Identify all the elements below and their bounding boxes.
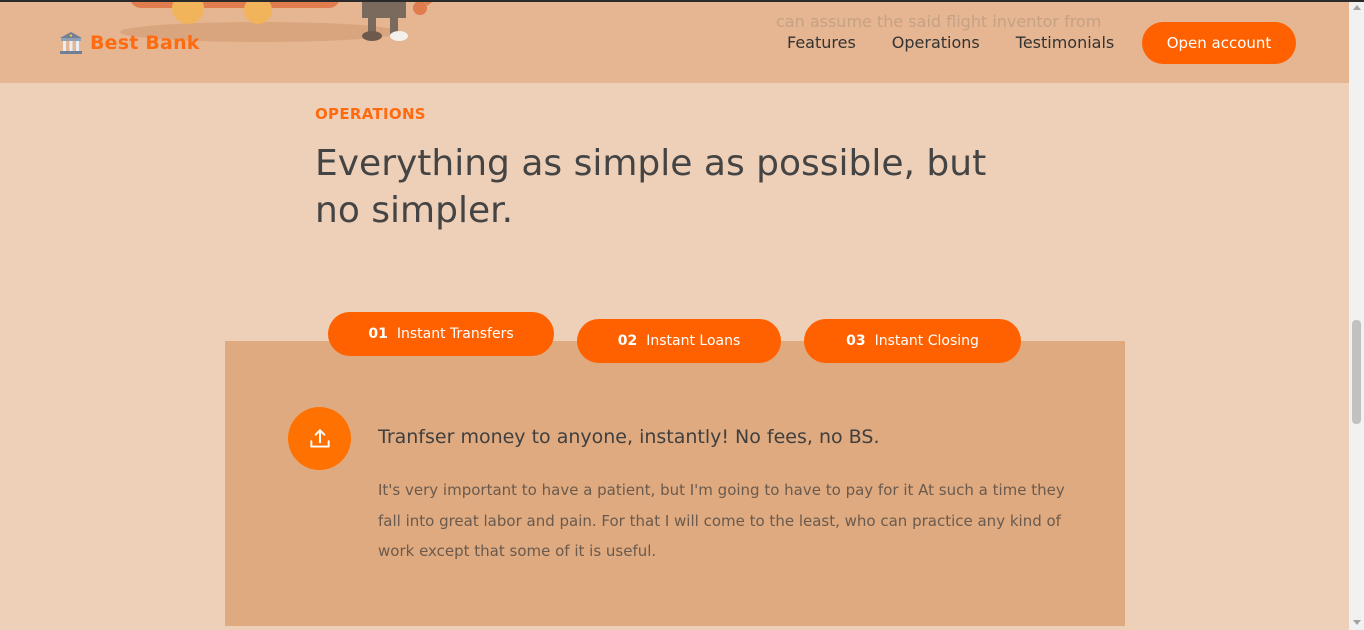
scroll-up-arrow-icon[interactable]	[1353, 5, 1361, 10]
nav-link-features[interactable]: Features	[787, 33, 856, 52]
bank-icon	[60, 32, 82, 54]
tab-label: Instant Closing	[874, 333, 979, 349]
tab-instant-closing[interactable]: 03 Instant Closing	[804, 319, 1021, 363]
tab-label: Instant Transfers	[396, 326, 514, 342]
scroll-thumb[interactable]	[1352, 320, 1361, 424]
tab-label: Instant Loans	[646, 333, 741, 349]
scroll-down-arrow-icon[interactable]	[1353, 620, 1361, 625]
logo-text: Best Bank	[90, 32, 200, 54]
tab-number: 03	[846, 333, 866, 349]
tab-instant-transfers[interactable]: 01 Instant Transfers	[328, 312, 554, 356]
open-account-button[interactable]: Open account	[1142, 22, 1296, 64]
page: can assume the said flight inventor from…	[0, 0, 1364, 630]
page-scrollbar[interactable]	[1349, 0, 1364, 630]
main-nav: Features Operations Testimonials	[787, 33, 1150, 52]
logo[interactable]: Best Bank	[58, 30, 200, 56]
section-title: Everything as simple as possible, but no…	[315, 143, 987, 231]
site-header: can assume the said flight inventor from…	[0, 0, 1349, 83]
tab-instant-loans[interactable]: 02 Instant Loans	[577, 319, 781, 363]
tab-number: 02	[617, 333, 638, 349]
nav-link-operations[interactable]: Operations	[892, 33, 980, 52]
tab-number: 01	[368, 326, 388, 342]
content-title: Tranfser money to anyone, instantly! No …	[378, 426, 880, 448]
hero-text-fragment: can assume the said flight inventor from	[776, 12, 1102, 31]
upload-icon	[288, 407, 351, 470]
section-label: OPERATIONS	[315, 105, 426, 123]
window-top-border	[0, 0, 1364, 2]
content-text: It's very important to have a patient, b…	[378, 481, 1065, 560]
operations-content-panel: Tranfser money to anyone, instantly! No …	[225, 341, 1125, 626]
nav-link-testimonials[interactable]: Testimonials	[1016, 33, 1115, 52]
